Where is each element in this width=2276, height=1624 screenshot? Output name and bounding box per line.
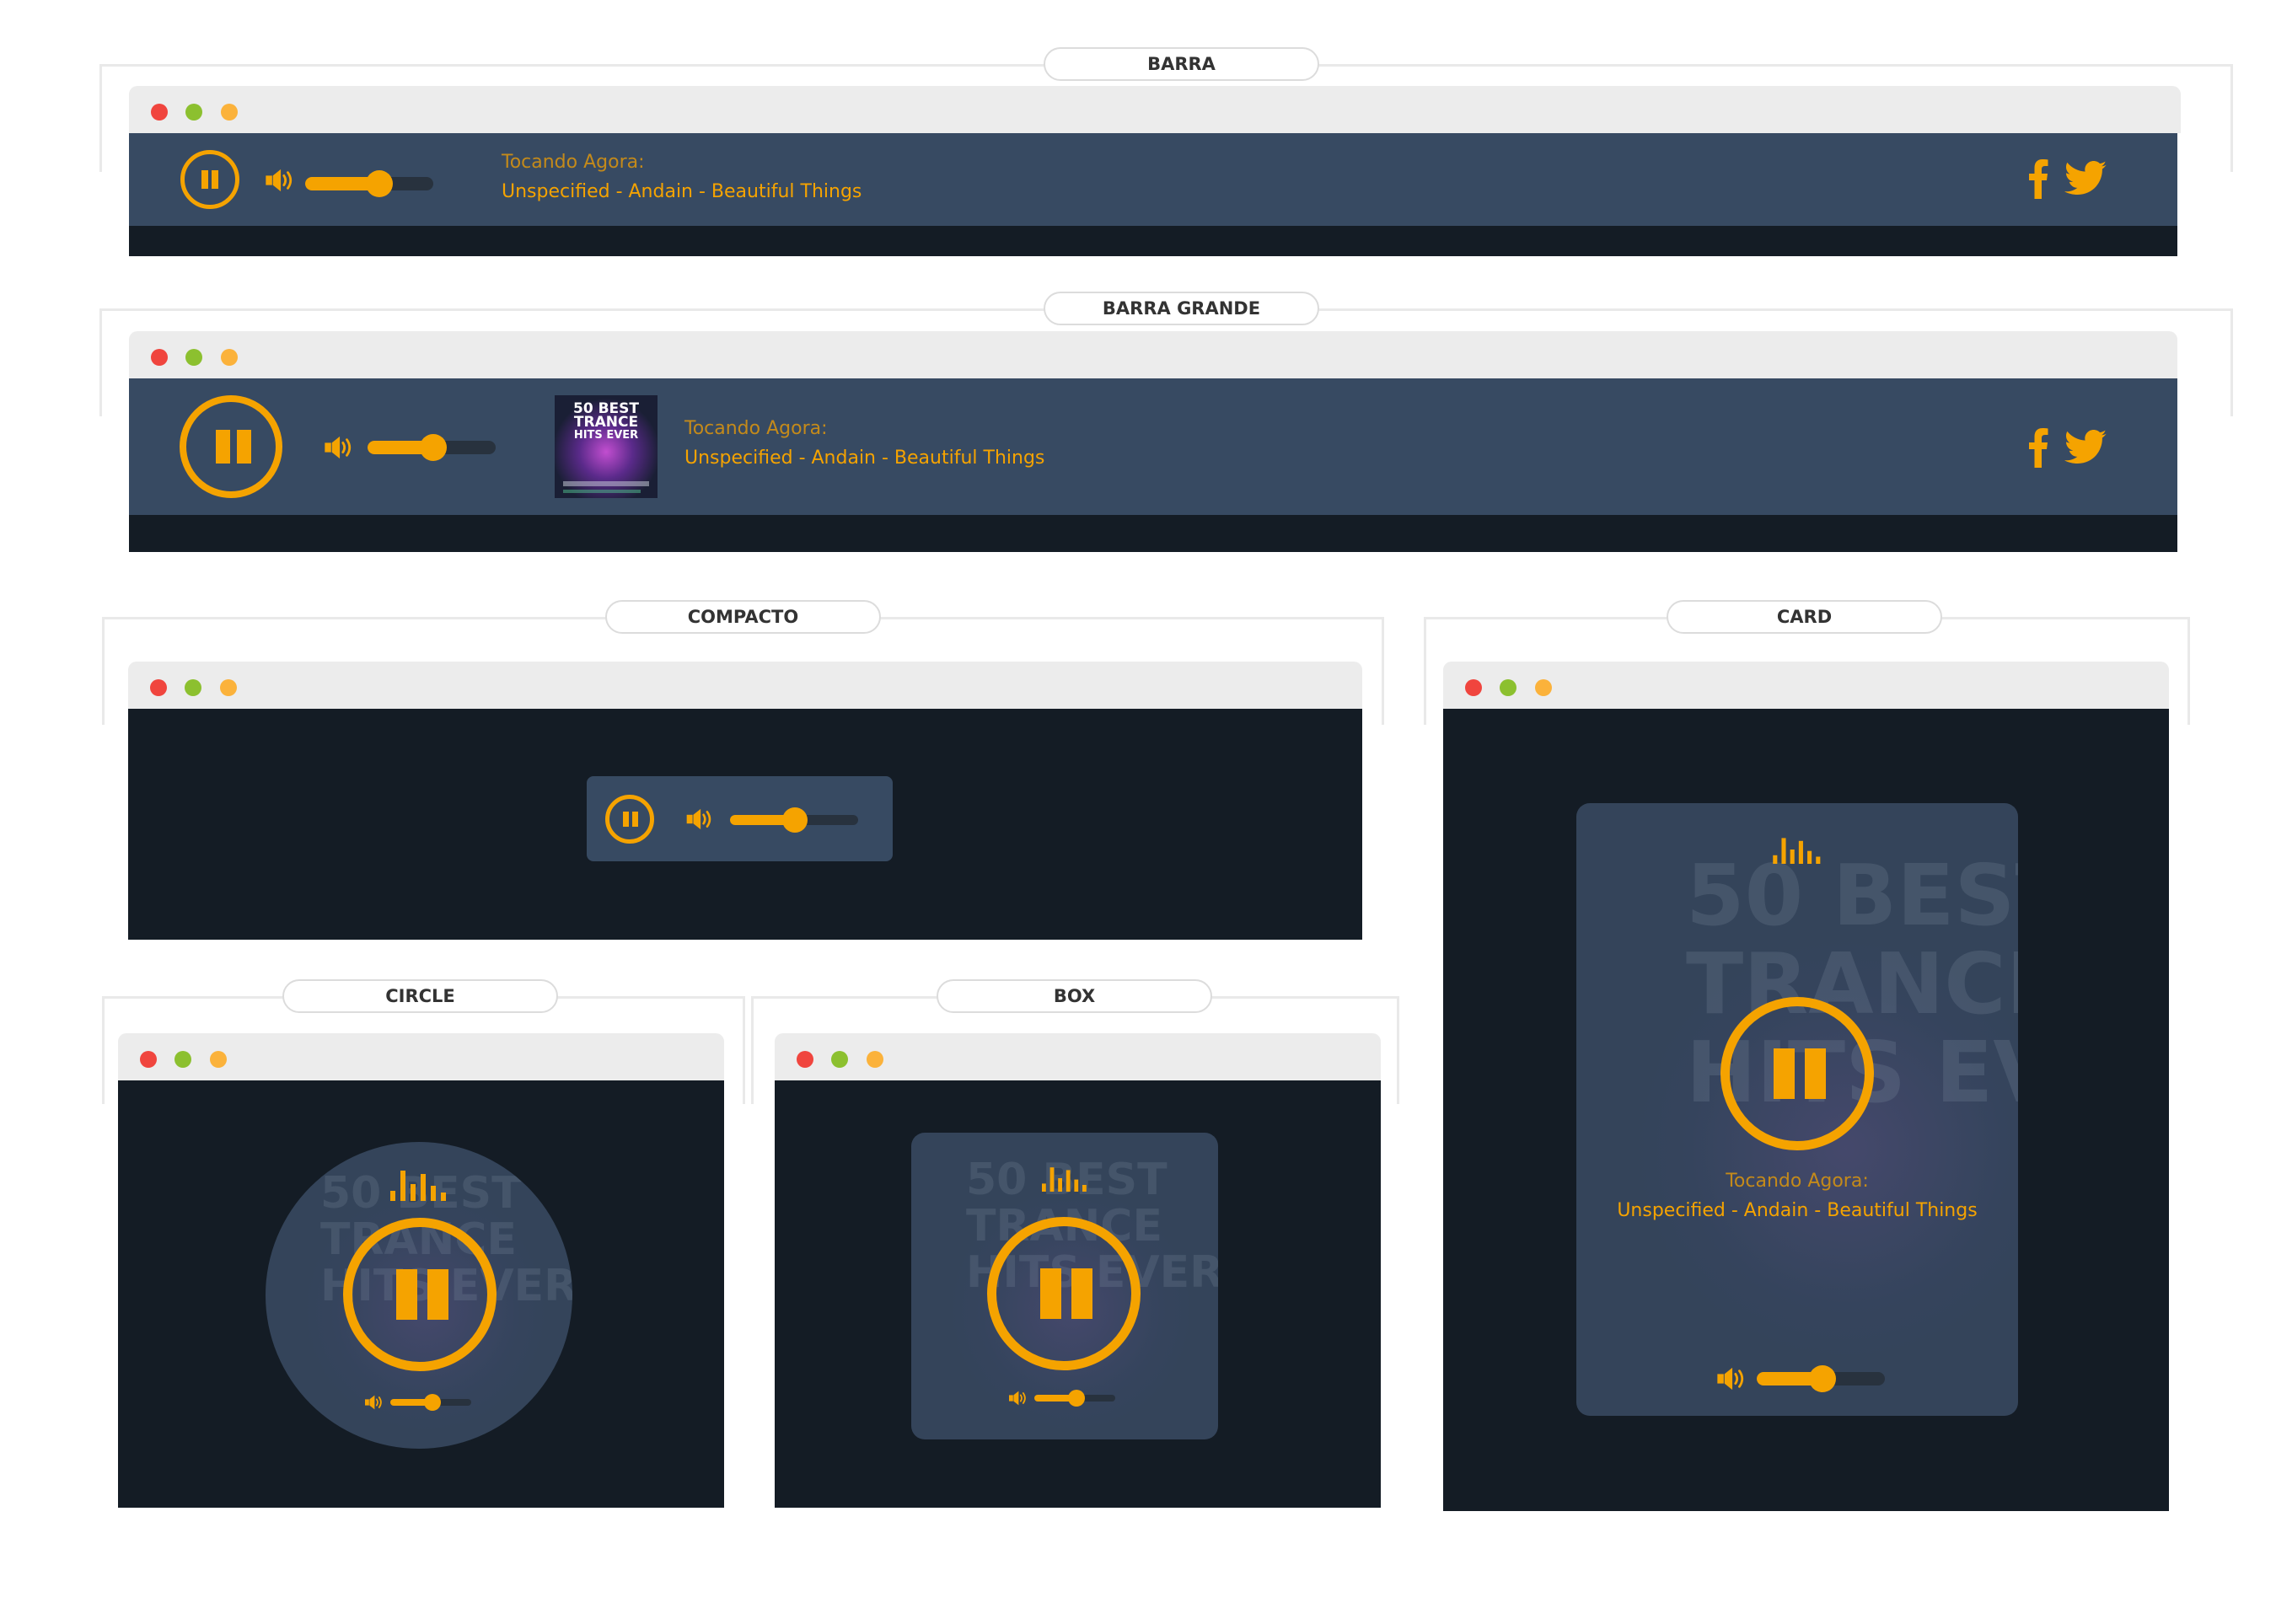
volume-knob[interactable] bbox=[366, 170, 393, 197]
pause-icon bbox=[396, 1269, 417, 1320]
facebook-icon[interactable] bbox=[2028, 427, 2048, 468]
section-label-compacto: COMPACTO bbox=[605, 600, 881, 634]
barra-player: Tocando Agora: Unspecified - Andain - Be… bbox=[129, 133, 2177, 256]
volume-knob[interactable] bbox=[1068, 1390, 1085, 1407]
volume-knob[interactable] bbox=[782, 807, 808, 833]
twitter-icon[interactable] bbox=[2064, 161, 2107, 195]
section-label-circle: CIRCLE bbox=[282, 979, 558, 1013]
volume-icon[interactable] bbox=[686, 808, 717, 830]
close-dot bbox=[140, 1051, 157, 1068]
minimize-dot bbox=[1500, 679, 1516, 696]
volume-icon[interactable] bbox=[1009, 1391, 1029, 1406]
box-window: 50 BEST TRANCE HITS EVER bbox=[775, 1033, 1381, 1508]
window-chrome bbox=[775, 1033, 1381, 1080]
volume-knob[interactable] bbox=[1809, 1365, 1836, 1392]
card-player: 50 BEST TRANCE HITS EVER Tocando Agora: … bbox=[1576, 803, 2018, 1416]
window-chrome bbox=[118, 1033, 724, 1080]
pause-button[interactable] bbox=[343, 1218, 497, 1371]
volume-slider[interactable] bbox=[1757, 1365, 1885, 1392]
card-window: 50 BEST TRANCE HITS EVER Tocando Agora: … bbox=[1443, 662, 2169, 1511]
pause-icon bbox=[216, 430, 230, 464]
album-cover: 50 BEST TRANCE HITS EVER bbox=[555, 395, 658, 498]
window-chrome bbox=[1443, 662, 2169, 709]
card-stage: 50 BEST TRANCE HITS EVER Tocando Agora: … bbox=[1443, 709, 2169, 1511]
album-cover-title: 50 BEST TRANCE HITS EVER bbox=[573, 400, 639, 442]
minimize-dot bbox=[185, 349, 202, 366]
close-dot bbox=[151, 349, 168, 366]
compacto-player bbox=[587, 776, 893, 861]
section-label-card: CARD bbox=[1667, 600, 1942, 634]
volume-icon[interactable] bbox=[265, 169, 298, 192]
compacto-stage bbox=[128, 709, 1362, 940]
twitter-icon[interactable] bbox=[2064, 430, 2107, 464]
pause-icon bbox=[1774, 1048, 1795, 1099]
volume-icon[interactable] bbox=[324, 436, 357, 459]
barra-grande-window: 50 BEST TRANCE HITS EVER Tocando Agora: … bbox=[129, 331, 2177, 552]
now-playing-label: Tocando Agora: bbox=[684, 418, 828, 439]
facebook-icon[interactable] bbox=[2028, 158, 2048, 199]
circle-window: 50 BEST TRANCE HITS EVER bbox=[118, 1033, 724, 1508]
pause-button[interactable] bbox=[180, 150, 239, 209]
now-playing-label: Tocando Agora: bbox=[1726, 1171, 1869, 1192]
now-playing-track: Unspecified - Andain - Beautiful Things bbox=[502, 181, 862, 202]
box-stage: 50 BEST TRANCE HITS EVER bbox=[775, 1080, 1381, 1508]
volume-icon[interactable] bbox=[1717, 1367, 1749, 1391]
volume-slider[interactable] bbox=[390, 1394, 471, 1411]
maximize-dot bbox=[210, 1051, 227, 1068]
pause-button[interactable] bbox=[987, 1217, 1141, 1370]
volume-icon[interactable] bbox=[365, 1395, 385, 1410]
volume-slider[interactable] bbox=[730, 807, 858, 833]
close-dot bbox=[1465, 679, 1482, 696]
maximize-dot bbox=[221, 104, 238, 121]
window-chrome bbox=[129, 331, 2177, 378]
circle-stage: 50 BEST TRANCE HITS EVER bbox=[118, 1080, 724, 1508]
pause-icon bbox=[623, 812, 629, 827]
barra-grande-player: 50 BEST TRANCE HITS EVER Tocando Agora: … bbox=[129, 378, 2177, 552]
maximize-dot bbox=[867, 1051, 883, 1068]
pause-icon bbox=[1040, 1268, 1061, 1319]
equalizer-icon bbox=[1769, 835, 1828, 864]
window-chrome bbox=[128, 662, 1362, 709]
now-playing-label: Tocando Agora: bbox=[502, 152, 645, 173]
minimize-dot bbox=[185, 104, 202, 121]
box-player: 50 BEST TRANCE HITS EVER bbox=[911, 1133, 1218, 1439]
close-dot bbox=[150, 679, 167, 696]
volume-slider[interactable] bbox=[305, 170, 433, 197]
barra-window: Tocando Agora: Unspecified - Andain - Be… bbox=[129, 86, 2181, 256]
circle-player: 50 BEST TRANCE HITS EVER bbox=[266, 1142, 572, 1449]
maximize-dot bbox=[1535, 679, 1552, 696]
pause-icon bbox=[201, 170, 208, 189]
now-playing-track: Unspecified - Andain - Beautiful Things bbox=[1617, 1200, 1978, 1221]
equalizer-icon bbox=[1036, 1165, 1095, 1192]
now-playing-track: Unspecified - Andain - Beautiful Things bbox=[684, 448, 1045, 469]
volume-slider[interactable] bbox=[368, 434, 496, 461]
maximize-dot bbox=[221, 349, 238, 366]
section-label-barra-grande: BARRA GRANDE bbox=[1044, 292, 1319, 325]
minimize-dot bbox=[185, 679, 201, 696]
pause-button[interactable] bbox=[1720, 997, 1874, 1150]
window-chrome bbox=[129, 86, 2181, 133]
pause-button[interactable] bbox=[180, 395, 282, 498]
volume-knob[interactable] bbox=[424, 1394, 441, 1411]
close-dot bbox=[797, 1051, 813, 1068]
volume-slider[interactable] bbox=[1034, 1390, 1115, 1407]
volume-knob[interactable] bbox=[420, 434, 447, 461]
close-dot bbox=[151, 104, 168, 121]
compacto-window bbox=[128, 662, 1362, 940]
equalizer-icon bbox=[390, 1167, 449, 1201]
minimize-dot bbox=[831, 1051, 848, 1068]
section-label-box: BOX bbox=[937, 979, 1212, 1013]
maximize-dot bbox=[220, 679, 237, 696]
pause-button[interactable] bbox=[605, 795, 654, 844]
section-label-barra: BARRA bbox=[1044, 47, 1319, 81]
minimize-dot bbox=[174, 1051, 191, 1068]
